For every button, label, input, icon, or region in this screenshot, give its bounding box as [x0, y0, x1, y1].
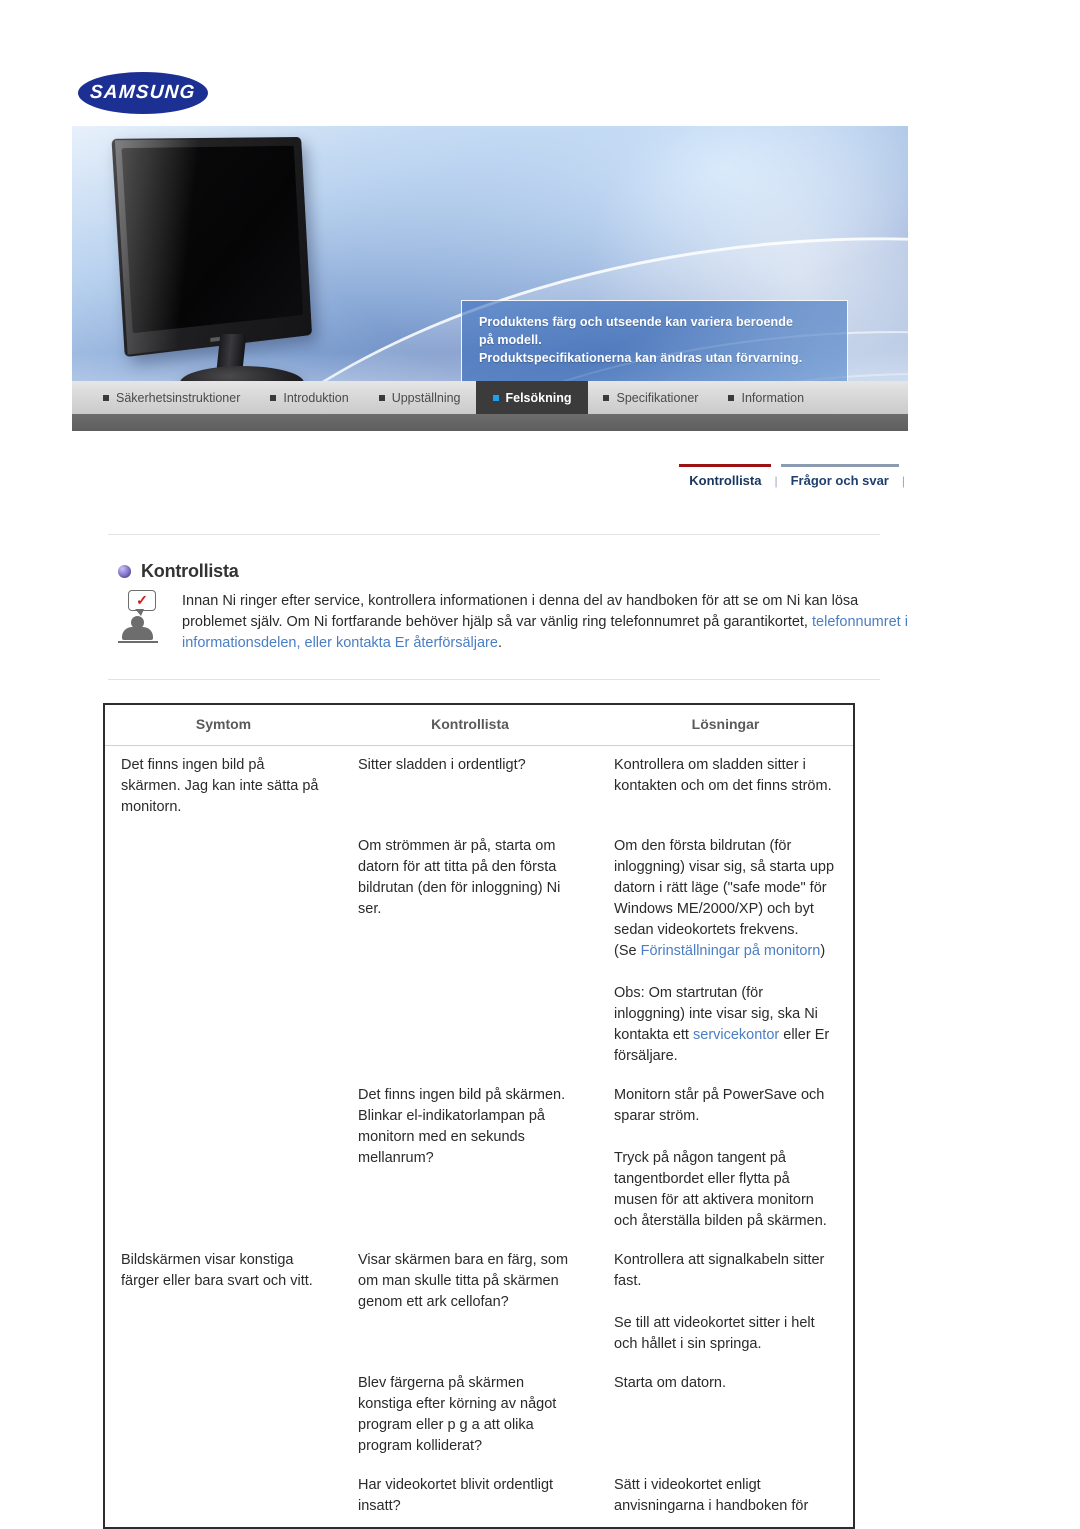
- orb-bullet-icon: [118, 565, 131, 578]
- checklist-table-container: Symtom Kontrollista Lösningar Det finns …: [103, 703, 855, 1529]
- main-navigation: Säkerhetsinstruktioner Introduktion Upps…: [72, 381, 908, 414]
- cell-symptom: [105, 827, 342, 1076]
- cell-solution: Om den första bildrutan (för inloggning)…: [598, 827, 853, 1076]
- nav-item-specifikationer[interactable]: Specifikationer: [588, 381, 713, 414]
- cell-check: Blev färgerna på skärmen konstiga efter …: [358, 1375, 557, 1454]
- cell-check: Har videokortet blivit ordentligt insatt…: [358, 1477, 554, 1514]
- cell-solution: Starta om datorn.: [614, 1375, 727, 1391]
- cell-solution: Kontrollera att signalkabeln sitter fast…: [598, 1241, 853, 1364]
- nav-label: Felsökning: [505, 390, 572, 405]
- cell-check: Sitter sladden i ordentligt?: [358, 757, 526, 773]
- table-row: Bildskärmen visar konstiga färger eller …: [105, 1241, 853, 1364]
- solution-part-a: Monitorn står på PowerSave och sparar st…: [614, 1087, 825, 1124]
- nav-label: Uppställning: [391, 390, 461, 405]
- monitor-bezel: [111, 136, 313, 358]
- square-bullet-icon: [103, 394, 109, 401]
- intro-block: ✓ Innan Ni ringer efter service, kontrol…: [118, 590, 908, 654]
- intro-text-part1: Innan Ni ringer efter service, kontrolle…: [182, 593, 859, 630]
- subnav-tab-fragor-och-svar[interactable]: Frågor och svar: [780, 464, 899, 488]
- divider-above-section: [108, 534, 880, 535]
- column-header-kontrollista: Kontrollista: [342, 705, 598, 746]
- samsung-logo: SAMSUNG: [78, 72, 208, 114]
- cell-symptom: Bildskärmen visar konstiga färger eller …: [121, 1252, 313, 1289]
- subnav-separator-trailing: |: [901, 474, 905, 488]
- square-bullet-icon: [603, 394, 610, 401]
- nav-label: Information: [741, 390, 805, 405]
- column-header-symtom: Symtom: [105, 705, 342, 746]
- solution-ref-open: (Se: [614, 943, 641, 959]
- solution-ref-link[interactable]: Förinställningar på monitorn: [641, 943, 821, 959]
- cell-solution: Monitorn står på PowerSave och sparar st…: [598, 1076, 853, 1241]
- cell-symptom: [105, 1364, 342, 1466]
- checklist-person-icon: ✓: [118, 590, 168, 648]
- person-base-icon: [118, 641, 158, 643]
- intro-paragraph: Innan Ni ringer efter service, kontrolle…: [182, 590, 908, 654]
- square-bullet-icon: [378, 394, 385, 401]
- solution-main: Om den första bildrutan (för inloggning)…: [614, 836, 837, 962]
- nav-left-spacer: [72, 381, 88, 414]
- nav-item-uppstallning[interactable]: Uppställning: [364, 381, 476, 414]
- speech-bubble-icon: ✓: [128, 590, 156, 616]
- solution-note: Obs: Om startrutan (för inloggning) inte…: [614, 983, 837, 1067]
- person-body-icon: [122, 627, 153, 640]
- nav-label: Säkerhetsinstruktioner: [116, 390, 241, 405]
- monitor-product-image: [110, 136, 370, 408]
- square-bullet-icon: [728, 394, 735, 401]
- intro-text-part2: .: [497, 635, 502, 651]
- product-notice-box: Produktens färg och utseende kan variera…: [461, 300, 848, 386]
- subnav-tab-kontrollista[interactable]: Kontrollista: [679, 464, 772, 488]
- subnav-label: Frågor och svar: [790, 473, 889, 488]
- nav-item-felsokning[interactable]: Felsökning: [475, 381, 589, 414]
- nav-item-introduktion[interactable]: Introduktion: [255, 381, 363, 414]
- notice-line-1: Produktens färg och utseende kan variera…: [479, 315, 794, 329]
- nav-label: Introduktion: [283, 390, 349, 405]
- cell-check: Om strömmen är på, starta om datorn för …: [358, 838, 561, 917]
- table-row: Det finns ingen bild på skärmen. Blinkar…: [105, 1076, 853, 1241]
- sub-navigation: Kontrollista | Frågor och svar |: [679, 464, 908, 488]
- navigation-footer-bar: [72, 414, 908, 431]
- column-header-losningar: Lösningar: [598, 705, 853, 746]
- table-row: Har videokortet blivit ordentligt insatt…: [105, 1466, 853, 1526]
- square-bullet-icon: [270, 394, 277, 401]
- table-row: Om strömmen är på, starta om datorn för …: [105, 827, 853, 1076]
- checkmark-icon: ✓: [136, 591, 148, 608]
- page-title: Kontrollista: [141, 561, 239, 581]
- square-bullet-icon: [492, 394, 499, 401]
- checklist-table: Symtom Kontrollista Lösningar Det finns …: [105, 705, 853, 1526]
- divider-below-intro: [108, 679, 880, 680]
- logo-text: SAMSUNG: [89, 82, 197, 103]
- nav-item-sakerhetsinstruktioner[interactable]: Säkerhetsinstruktioner: [88, 381, 255, 414]
- cell-symptom: [105, 1076, 342, 1241]
- cell-check: Det finns ingen bild på skärmen. Blinkar…: [358, 1087, 566, 1166]
- notice-line-2: på modell.: [479, 333, 542, 347]
- solution-part-b: Tryck på någon tangent på tangentbordet …: [614, 1150, 827, 1229]
- page-title-row: Kontrollista: [118, 561, 239, 582]
- cell-solution: Sätt i videokortet enligt anvisningarna …: [614, 1477, 809, 1514]
- solution-note-link[interactable]: servicekontor: [693, 1027, 779, 1043]
- monitor-screen: [121, 145, 304, 334]
- table-row: Blev färgerna på skärmen konstiga efter …: [105, 1364, 853, 1466]
- table-row: Det finns ingen bild på skärmen. Jag kan…: [105, 746, 853, 828]
- table-body: Det finns ingen bild på skärmen. Jag kan…: [105, 746, 853, 1527]
- solution-part-a: Kontrollera att signalkabeln sitter fast…: [614, 1252, 825, 1289]
- hero-banner: Produktens färg och utseende kan variera…: [72, 126, 908, 422]
- subnav-separator: |: [774, 474, 778, 488]
- solution-ref-close: ): [820, 943, 826, 959]
- logo-ellipse: SAMSUNG: [78, 72, 208, 114]
- solution-part-b: Se till att videokortet sitter i helt oc…: [614, 1315, 815, 1352]
- cell-solution: Kontrollera om sladden sitter i kontakte…: [614, 757, 832, 794]
- nav-item-information[interactable]: Information: [713, 381, 819, 414]
- cell-symptom: [105, 1466, 342, 1526]
- nav-label: Specifikationer: [616, 390, 699, 405]
- solution-text: Om den första bildrutan (för inloggning)…: [614, 838, 835, 938]
- notice-line-3: Produktspecifikationerna kan ändras utan…: [479, 351, 803, 365]
- table-head: Symtom Kontrollista Lösningar: [105, 705, 853, 746]
- cell-symptom: Det finns ingen bild på skärmen. Jag kan…: [121, 757, 319, 815]
- table-header-row: Symtom Kontrollista Lösningar: [105, 705, 853, 746]
- subnav-label: Kontrollista: [689, 473, 762, 488]
- cell-check: Visar skärmen bara en färg, som om man s…: [358, 1252, 569, 1310]
